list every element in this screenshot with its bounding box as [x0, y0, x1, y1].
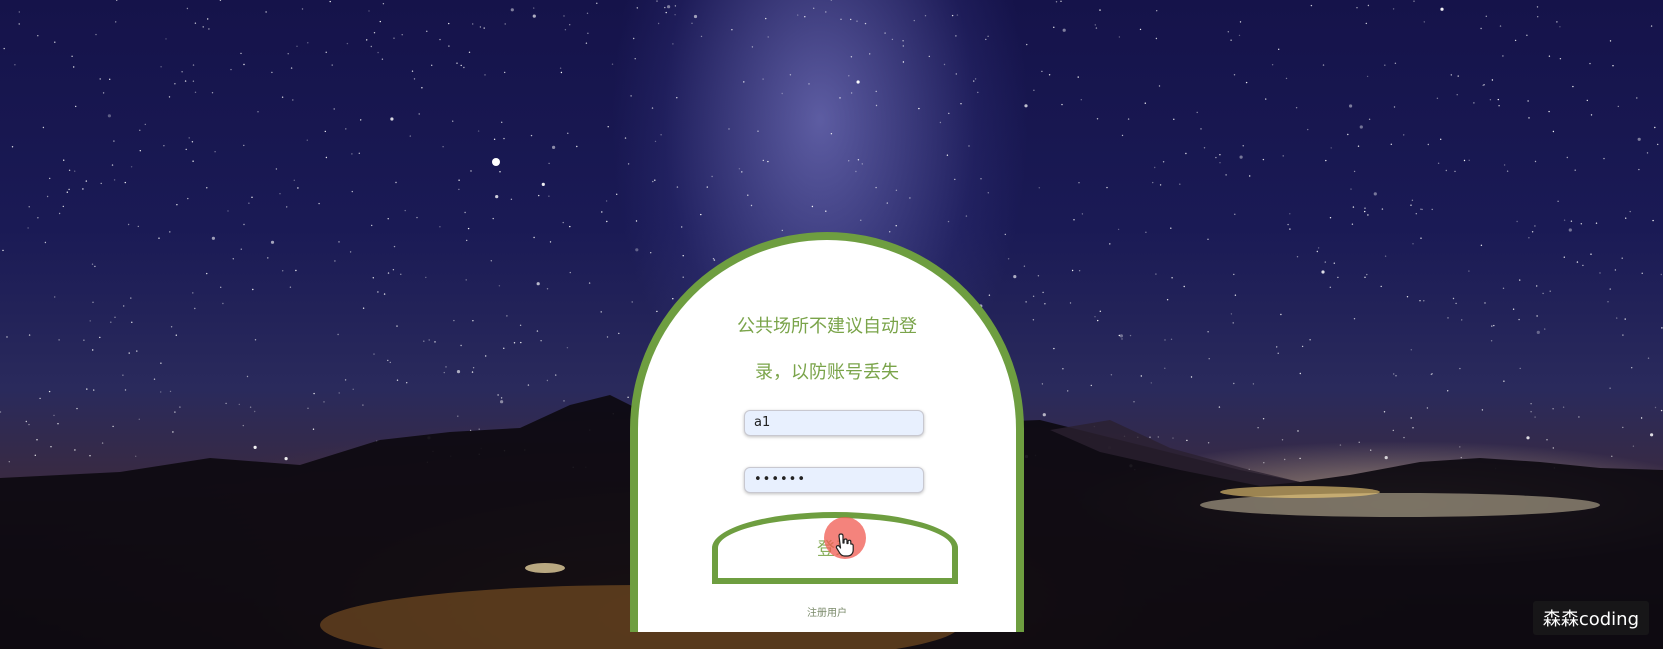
- autologin-notice: 公共场所不建议自动登录，以防账号丢失: [737, 316, 917, 383]
- password-input[interactable]: ••••••: [744, 467, 924, 493]
- username-input[interactable]: a1: [744, 410, 924, 436]
- watermark: 森森coding: [1532, 601, 1649, 635]
- login-page-background: 公共场所不建议自动登录，以防账号丢失 a1 •••••• 登录 注册用户 森森c…: [0, 0, 1663, 649]
- register-link[interactable]: 注册用户: [638, 604, 1016, 619]
- hand-pointer-icon: [835, 533, 854, 557]
- login-card: 公共场所不建议自动登录，以防账号丢失 a1 •••••• 登录 注册用户: [630, 232, 1024, 632]
